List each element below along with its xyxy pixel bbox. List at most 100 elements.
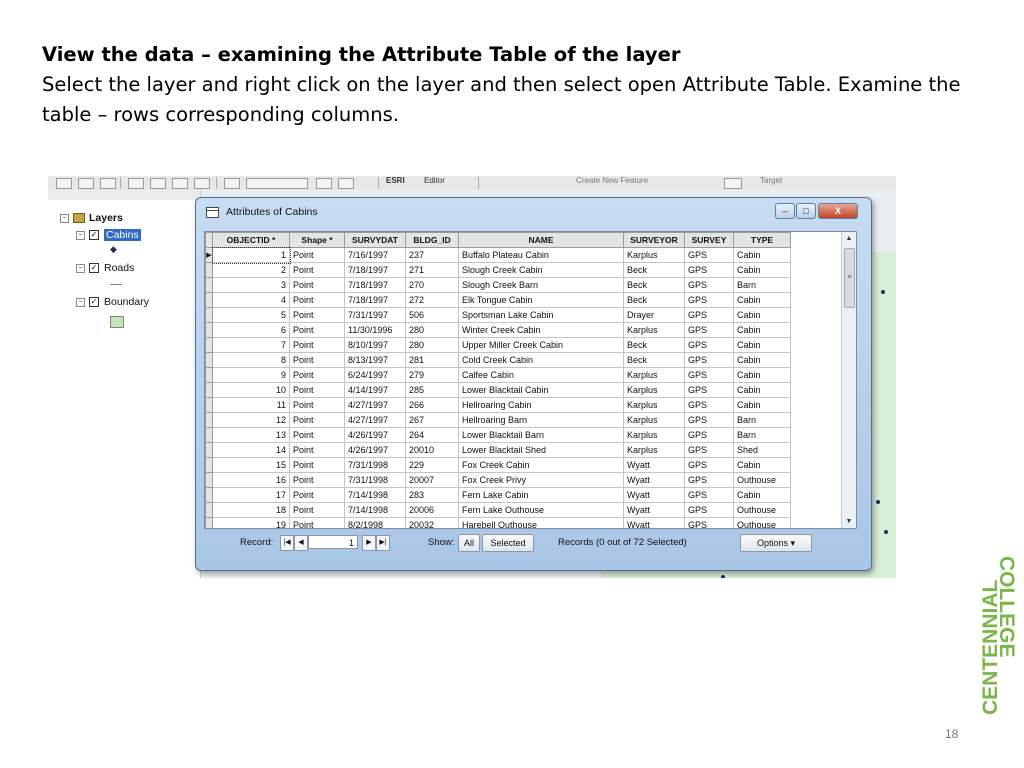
table-cell[interactable]: Barn bbox=[733, 277, 791, 293]
table-cell[interactable]: 272 bbox=[405, 292, 459, 308]
table-cell[interactable]: GPS bbox=[684, 277, 734, 293]
table-cell[interactable]: Buffalo Plateau Cabin bbox=[458, 247, 624, 263]
table-cell[interactable]: 264 bbox=[405, 427, 459, 443]
table-cell[interactable]: 11 bbox=[212, 397, 290, 413]
table-cell[interactable]: 7/16/1997 bbox=[344, 247, 406, 263]
table-cell[interactable]: Point bbox=[289, 502, 345, 518]
table-cell[interactable]: Cabin bbox=[733, 292, 791, 308]
options-button[interactable]: Options ▾ bbox=[740, 534, 812, 552]
table-cell[interactable]: GPS bbox=[684, 322, 734, 338]
table-cell[interactable]: 279 bbox=[405, 367, 459, 383]
table-cell[interactable]: GPS bbox=[684, 262, 734, 278]
toolbar-button[interactable] bbox=[224, 178, 240, 189]
table-cell[interactable]: Cabin bbox=[733, 487, 791, 503]
table-cell[interactable]: GPS bbox=[684, 382, 734, 398]
table-cell[interactable]: 8/13/1997 bbox=[344, 352, 406, 368]
table-cell[interactable]: GPS bbox=[684, 427, 734, 443]
table-cell[interactable]: Outhouse bbox=[733, 517, 791, 528]
row-selector[interactable] bbox=[205, 367, 213, 383]
table-row[interactable]: 10 Point 4/14/1997 285 Lower Blacktail Cabin… bbox=[205, 382, 791, 398]
table-cell[interactable]: GPS bbox=[684, 397, 734, 413]
table-cell[interactable]: Calfee Cabin bbox=[458, 367, 624, 383]
table-cell[interactable]: Shed bbox=[733, 442, 791, 458]
row-selector[interactable] bbox=[205, 502, 213, 518]
table-cell[interactable]: 8/10/1997 bbox=[344, 337, 406, 353]
editor-menu[interactable]: Editor bbox=[424, 176, 445, 185]
table-cell[interactable]: Wyatt bbox=[623, 487, 685, 503]
table-row[interactable]: 6 Point 11/30/1996 280 Winter Creek Cabin Kar… bbox=[205, 322, 791, 338]
table-cell[interactable]: 20007 bbox=[405, 472, 459, 488]
table-cell[interactable]: 283 bbox=[405, 487, 459, 503]
table-cell[interactable]: 19 bbox=[212, 517, 290, 528]
column-header[interactable]: TYPE bbox=[733, 232, 791, 248]
table-cell[interactable]: Point bbox=[289, 382, 345, 398]
collapse-icon[interactable]: − bbox=[76, 230, 85, 240]
table-cell[interactable]: Lower Blacktail Cabin bbox=[458, 382, 624, 398]
table-cell[interactable]: 7/31/1997 bbox=[344, 307, 406, 323]
table-cell[interactable]: Barn bbox=[733, 427, 791, 443]
table-cell[interactable]: Karplus bbox=[623, 247, 685, 263]
table-row[interactable]: 2 Point 7/18/1997 271 Slough Creek Cabin Beck… bbox=[205, 262, 791, 278]
table-cell[interactable]: Drayer bbox=[623, 307, 685, 323]
layers-root[interactable]: − Layers bbox=[60, 212, 123, 224]
table-cell[interactable]: 4/26/1997 bbox=[344, 442, 406, 458]
record-number-input[interactable]: 1 bbox=[308, 535, 358, 549]
table-cell[interactable]: 17 bbox=[212, 487, 290, 503]
table-row[interactable]: 17 Point 7/14/1998 283 Fern Lake Cabin Wyatt G… bbox=[205, 487, 791, 503]
table-cell[interactable]: GPS bbox=[684, 247, 734, 263]
table-row[interactable]: 11 Point 4/27/1997 266 Hellroaring Cabin Karp… bbox=[205, 397, 791, 413]
row-selector[interactable] bbox=[205, 412, 213, 428]
table-cell[interactable]: GPS bbox=[684, 412, 734, 428]
table-cell[interactable]: 4/14/1997 bbox=[344, 382, 406, 398]
table-cell[interactable]: Fern Lake Outhouse bbox=[458, 502, 624, 518]
table-cell[interactable]: 237 bbox=[405, 247, 459, 263]
table-cell[interactable]: Cabin bbox=[733, 322, 791, 338]
table-cell[interactable]: Karplus bbox=[623, 427, 685, 443]
table-cell[interactable]: 229 bbox=[405, 457, 459, 473]
table-cell[interactable]: Point bbox=[289, 262, 345, 278]
row-selector[interactable] bbox=[205, 442, 213, 458]
target-layer[interactable]: Target bbox=[760, 176, 782, 185]
table-cell[interactable]: 9 bbox=[212, 367, 290, 383]
table-row[interactable]: 14 Point 4/26/1997 20010 Lower Blacktail She… bbox=[205, 442, 791, 458]
table-cell[interactable]: Outhouse bbox=[733, 502, 791, 518]
row-selector[interactable] bbox=[205, 397, 213, 413]
toc-layer-roads[interactable]: − ✓ Roads bbox=[76, 262, 134, 274]
table-cell[interactable]: 5 bbox=[212, 307, 290, 323]
table-cell[interactable]: Beck bbox=[623, 352, 685, 368]
table-cell[interactable]: 7/14/1998 bbox=[344, 502, 406, 518]
table-cell[interactable]: Wyatt bbox=[623, 457, 685, 473]
table-cell[interactable]: Point bbox=[289, 427, 345, 443]
table-cell[interactable]: Fox Creek Privy bbox=[458, 472, 624, 488]
table-cell[interactable]: 270 bbox=[405, 277, 459, 293]
table-row[interactable]: ▶ 1 Point 7/16/1997 237 Buffalo Plateau Cabin… bbox=[205, 246, 791, 264]
row-selector[interactable] bbox=[205, 472, 213, 488]
toolbar-button[interactable] bbox=[338, 178, 354, 189]
table-cell[interactable]: 10 bbox=[212, 382, 290, 398]
table-row[interactable]: 15 Point 7/31/1998 229 Fox Creek Cabin Wyatt G… bbox=[205, 457, 791, 473]
table-cell[interactable]: Beck bbox=[623, 262, 685, 278]
table-cell[interactable]: Point bbox=[289, 412, 345, 428]
table-row[interactable]: 7 Point 8/10/1997 280 Upper Miller Creek Cab… bbox=[205, 337, 791, 353]
table-cell[interactable]: Point bbox=[289, 337, 345, 353]
table-cell[interactable]: 8 bbox=[212, 352, 290, 368]
table-cell[interactable]: Point bbox=[289, 292, 345, 308]
table-cell[interactable]: 7/18/1997 bbox=[344, 262, 406, 278]
table-cell[interactable]: Beck bbox=[623, 292, 685, 308]
table-cell[interactable]: 7/14/1998 bbox=[344, 487, 406, 503]
table-cell[interactable]: Slough Creek Barn bbox=[458, 277, 624, 293]
table-cell[interactable]: Point bbox=[289, 472, 345, 488]
row-selector[interactable] bbox=[205, 382, 213, 398]
table-cell[interactable]: Outhouse bbox=[733, 472, 791, 488]
layer-visibility-checkbox[interactable]: ✓ bbox=[89, 263, 99, 274]
show-selected-button[interactable]: Selected bbox=[482, 534, 534, 552]
row-selector[interactable] bbox=[205, 337, 213, 353]
row-selector[interactable] bbox=[205, 307, 213, 323]
table-cell[interactable]: 4/26/1997 bbox=[344, 427, 406, 443]
table-row[interactable]: 5 Point 7/31/1997 506 Sportsman Lake Cabin Dr… bbox=[205, 307, 791, 323]
row-selector[interactable] bbox=[205, 457, 213, 473]
table-cell[interactable]: 7/18/1997 bbox=[344, 277, 406, 293]
table-cell[interactable]: 7/18/1997 bbox=[344, 292, 406, 308]
table-cell[interactable]: Karplus bbox=[623, 397, 685, 413]
collapse-icon[interactable]: − bbox=[76, 263, 85, 273]
